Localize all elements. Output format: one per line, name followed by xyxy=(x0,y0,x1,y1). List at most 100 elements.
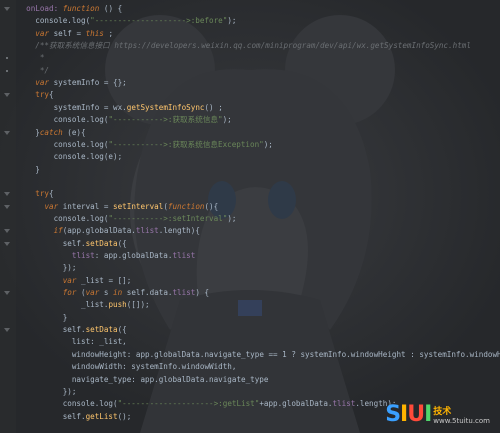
code-token: interval = xyxy=(58,201,114,211)
watermark-logo: SIUI 技术 www.5tuitu.com xyxy=(385,402,490,427)
code-line[interactable]: self.setData({ xyxy=(17,324,127,336)
code-token: self. xyxy=(17,325,86,335)
code-line[interactable]: onLoad: function () { xyxy=(17,3,122,15)
code-line[interactable]: var interval = setInterval(function(){ xyxy=(17,201,218,213)
code-line[interactable]: console.log("-------------------->:getLi… xyxy=(17,398,397,410)
fold-marker-icon[interactable] xyxy=(4,192,10,197)
code-line[interactable]: } xyxy=(17,312,68,324)
code-token: push xyxy=(108,300,127,310)
code-line[interactable]: tlist: app.globalData.tlist xyxy=(17,250,195,262)
code-line[interactable]: */ xyxy=(17,65,49,77)
code-token: (){ xyxy=(204,201,219,211)
code-line[interactable]: self.setData({ xyxy=(17,238,127,250)
code-token: console.log( xyxy=(17,399,118,409)
fold-marker-icon[interactable] xyxy=(4,204,10,209)
code-token: systemInfo = xyxy=(17,102,114,112)
code-token: ([]); xyxy=(126,300,150,310)
code-line[interactable]: windowWidth: systemInfo.windowWidth, xyxy=(17,361,237,373)
code-token: .length){ xyxy=(158,226,200,236)
code-line[interactable]: console.log("-------------------->:befor… xyxy=(17,15,236,27)
code-line[interactable]: self.getList(); xyxy=(17,411,132,423)
code-line[interactable]: navigate_type: app.globalData.navigate_t… xyxy=(17,374,269,386)
code-editor[interactable]: onLoad: function () { console.log("-----… xyxy=(0,0,500,433)
code-token: wx xyxy=(113,102,123,112)
code-token: ); xyxy=(227,16,237,26)
code-token: function xyxy=(62,4,100,13)
fold-marker-icon[interactable] xyxy=(4,130,10,135)
code-token: tlist xyxy=(172,288,196,298)
code-token: setInterval xyxy=(113,201,164,211)
watermark-logo-mark: SIUI xyxy=(385,402,432,427)
code-token: onLoad: xyxy=(17,4,63,13)
fold-marker-icon[interactable] xyxy=(4,291,10,296)
code-token: catch xyxy=(39,127,63,137)
code-line[interactable]: for (var s in self.data.tlist) { xyxy=(17,287,209,299)
code-token: */ xyxy=(17,65,50,75)
code-token: (app.globalData. xyxy=(62,226,136,236)
code-token: tlist xyxy=(135,226,159,236)
fold-marker-icon[interactable] xyxy=(4,328,10,333)
fold-marker-icon[interactable] xyxy=(4,93,10,98)
code-token: app.globalData.navigate_type == 1 xyxy=(135,349,287,359)
code-line[interactable]: windowHeight: app.globalData.navigate_ty… xyxy=(17,349,500,361)
code-token: "----------->:获取系统信息Exception" xyxy=(108,139,264,149)
code-token: try xyxy=(17,90,50,100)
code-line[interactable]: }catch (e){ xyxy=(17,127,86,139)
code-token: console.log(e); xyxy=(17,152,123,162)
code-token: (); xyxy=(117,411,132,421)
code-token: (e){ xyxy=(62,127,86,137)
code-line[interactable]: console.log("----------->:获取系统信息"); xyxy=(17,114,232,126)
code-token: +app.globalData. xyxy=(259,399,333,409)
code-token: this xyxy=(85,28,104,38)
code-token: list: _list, xyxy=(17,337,127,347)
code-line[interactable]: var _list = []; xyxy=(17,275,132,287)
fold-marker-icon[interactable] xyxy=(4,229,10,234)
code-token: systemInfo = {}; xyxy=(49,78,127,88)
code-line[interactable]: } xyxy=(17,164,40,176)
code-token: { xyxy=(49,189,54,199)
fold-marker-icon[interactable] xyxy=(4,7,10,11)
code-line[interactable]: /**获取系统信息接口 https://developers.weixin.qq… xyxy=(17,40,471,52)
code-token: ); xyxy=(263,139,273,149)
code-line[interactable]: list: _list, xyxy=(17,336,127,348)
code-line[interactable]: }); xyxy=(17,262,77,274)
code-line[interactable]: console.log("----------->:获取系统信息Exceptio… xyxy=(17,139,273,151)
gutter-dot xyxy=(6,69,8,72)
code-line[interactable]: var systemInfo = {}; xyxy=(17,77,127,89)
code-token: getSystemInfoSync xyxy=(126,102,205,112)
fold-marker-icon[interactable] xyxy=(4,241,10,246)
code-token: () { xyxy=(99,4,123,13)
code-token: console.log( xyxy=(17,16,91,26)
code-token: var xyxy=(44,201,59,211)
code-token: if xyxy=(53,226,63,236)
code-token: windowWidth: systemInfo.windowWidth, xyxy=(17,362,237,372)
code-token: /**获取系统信息接口 https://developers.weixin.qq… xyxy=(17,41,471,51)
code-line[interactable]: _list.push([]); xyxy=(17,299,150,311)
code-line[interactable]: * xyxy=(17,52,45,64)
code-line[interactable]: }); xyxy=(17,386,77,398)
code-line[interactable]: try{ xyxy=(17,188,54,200)
code-token: "-------------------->:getList" xyxy=(117,399,260,409)
code-token: for xyxy=(62,288,77,298)
code-token: * xyxy=(17,53,45,63)
code-token: windowHeight: xyxy=(17,349,136,359)
code-line[interactable]: if(app.globalData.tlist.length){ xyxy=(17,225,200,237)
code-token: ({ xyxy=(117,238,127,248)
code-line[interactable]: try{ xyxy=(17,89,53,101)
code-line[interactable]: var self = this ; xyxy=(17,28,113,40)
code-token: "-------------------->:before" xyxy=(90,16,228,26)
code-token: function xyxy=(167,201,205,211)
code-token: ( xyxy=(76,288,86,298)
code-line[interactable]: console.log(e); xyxy=(17,151,123,163)
code-line[interactable]: console.log("----------->:setInterval"); xyxy=(17,213,237,225)
code-token: ; xyxy=(103,28,114,38)
code-area[interactable]: onLoad: function () { console.log("-----… xyxy=(0,0,500,433)
code-token: in xyxy=(113,288,123,298)
code-line[interactable]: systemInfo = wx.getSystemInfoSync() ; xyxy=(17,102,223,114)
watermark-line2: www.5tuitu.com xyxy=(433,417,490,425)
code-token: setData xyxy=(85,238,118,248)
